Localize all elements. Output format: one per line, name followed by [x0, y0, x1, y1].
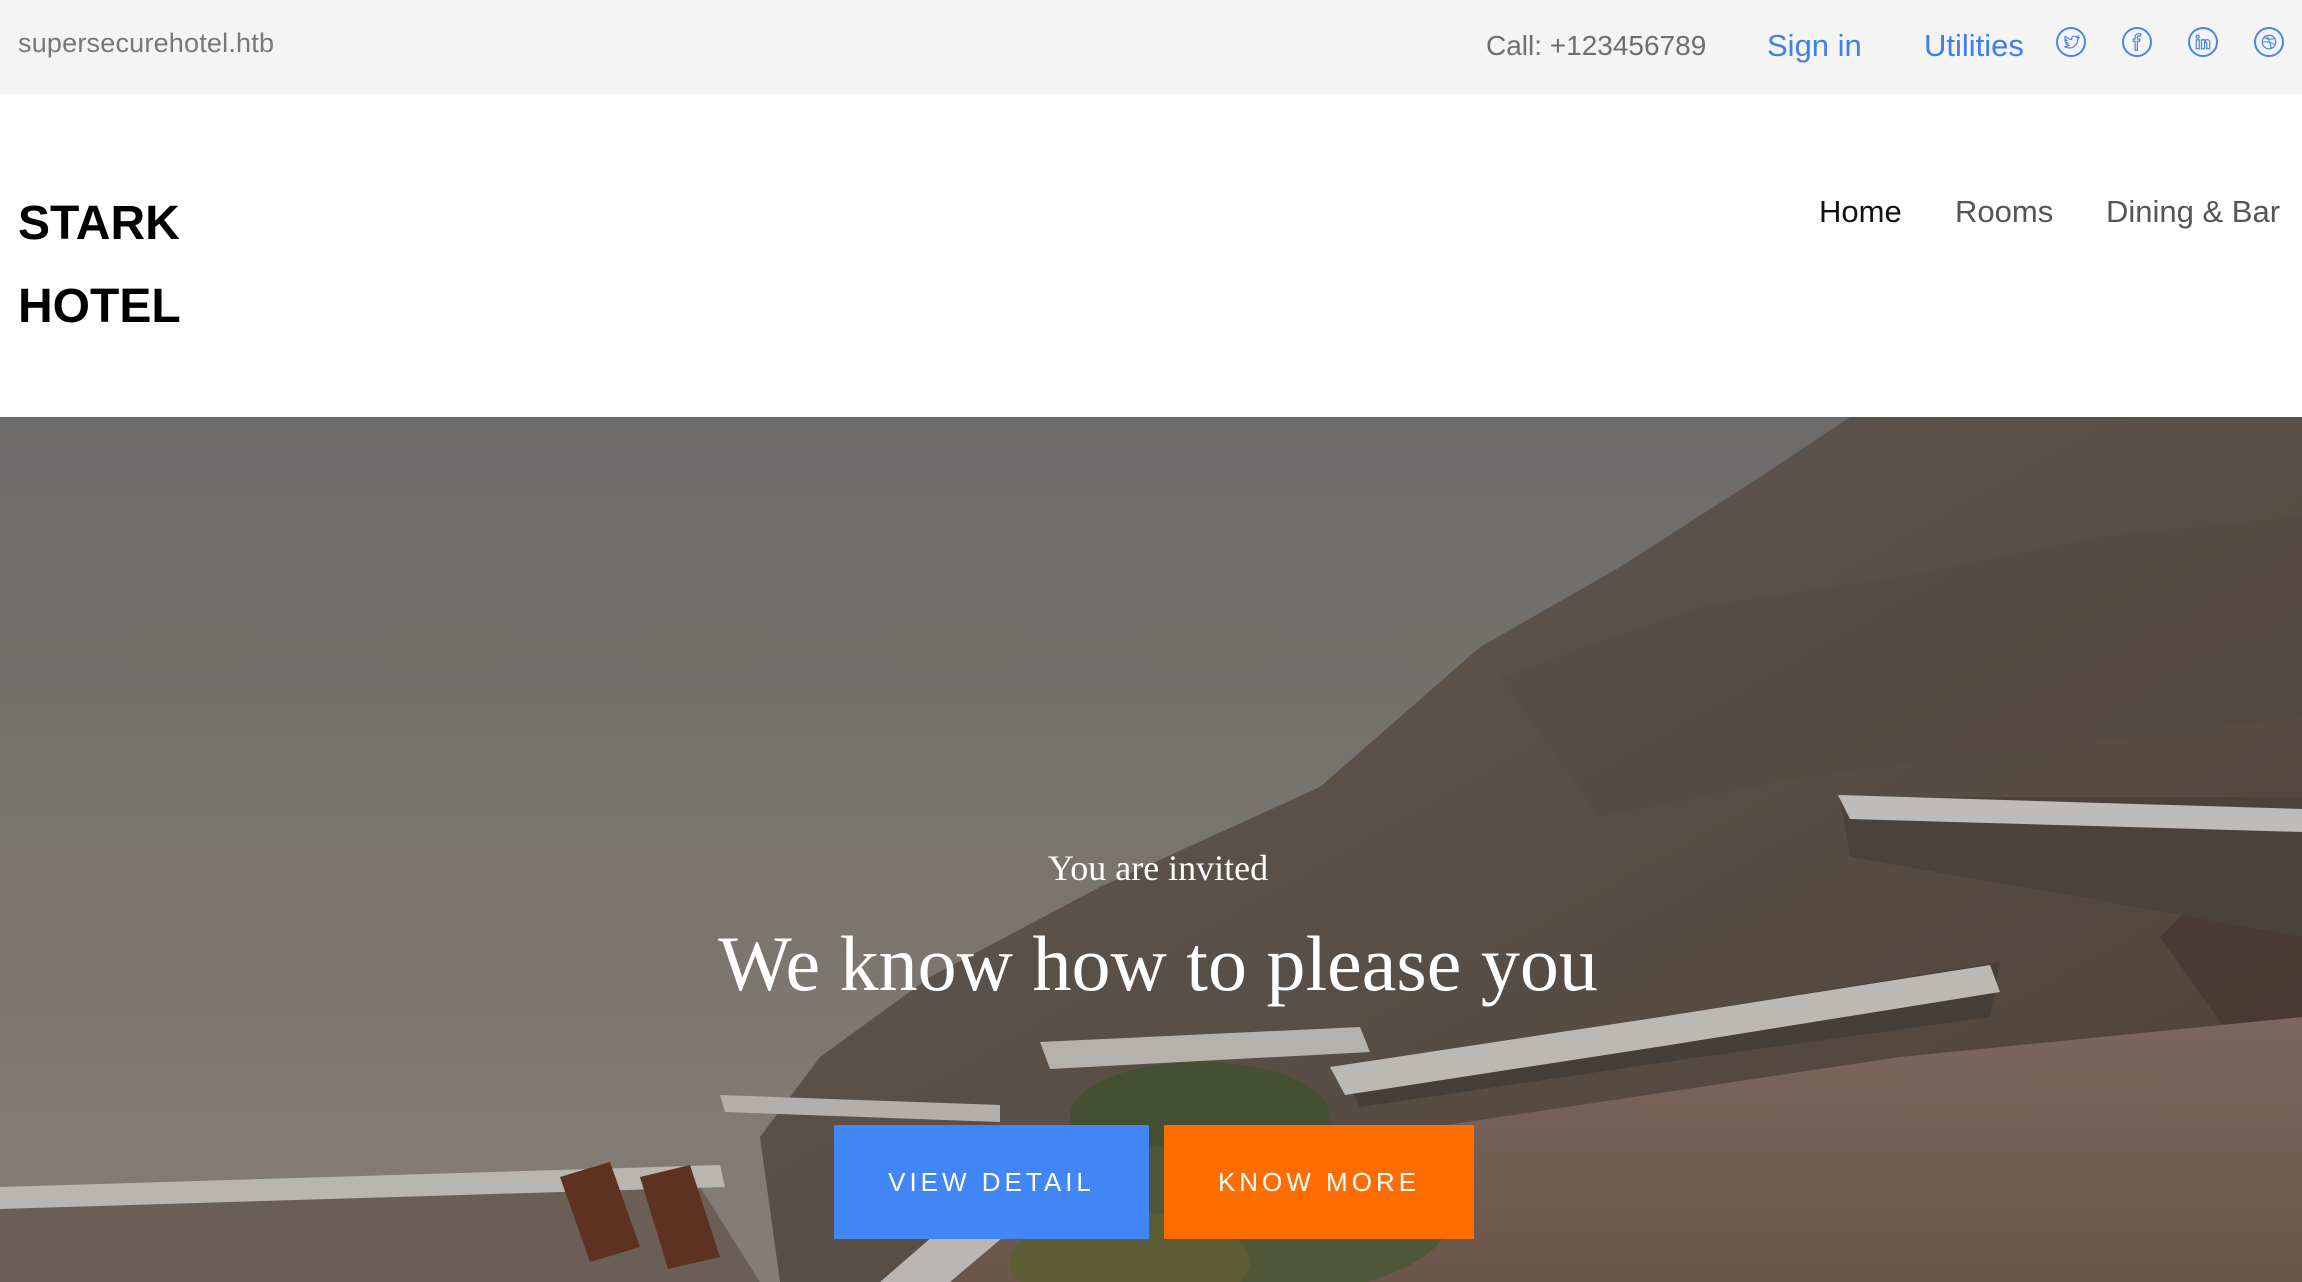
hero-banner: You are invited We know how to please yo…: [0, 417, 2302, 1282]
hero-subtitle: You are invited: [1047, 848, 1269, 888]
phone-number: Call: +123456789: [1486, 30, 1707, 61]
hero-title: We know how to please you: [718, 920, 1598, 1007]
sign-in-link[interactable]: Sign in: [1767, 28, 1862, 64]
view-detail-button[interactable]: VIEW DETAIL: [834, 1125, 1149, 1239]
site-domain: supersecurehotel.htb: [18, 28, 275, 58]
brand-logo[interactable]: STARK HOTEL: [18, 182, 258, 348]
twitter-icon[interactable]: [2056, 27, 2086, 57]
dribbble-icon[interactable]: [2254, 27, 2284, 57]
nav-dining-bar[interactable]: Dining & Bar: [2106, 194, 2280, 230]
nav-rooms[interactable]: Rooms: [1955, 194, 2053, 230]
top-utility-bar: supersecurehotel.htb Call: +123456789 Si…: [0, 0, 2302, 94]
nav-home[interactable]: Home: [1819, 194, 1902, 230]
brand-line-1: STARK: [18, 197, 180, 250]
linkedin-icon[interactable]: [2188, 27, 2218, 57]
utilities-link[interactable]: Utilities: [1924, 28, 2024, 64]
site-header: STARK HOTEL Home Rooms Dining & Bar: [0, 94, 2302, 417]
facebook-icon[interactable]: [2122, 27, 2152, 57]
know-more-button[interactable]: KNOW MORE: [1164, 1125, 1474, 1239]
brand-line-2: HOTEL: [18, 280, 181, 333]
